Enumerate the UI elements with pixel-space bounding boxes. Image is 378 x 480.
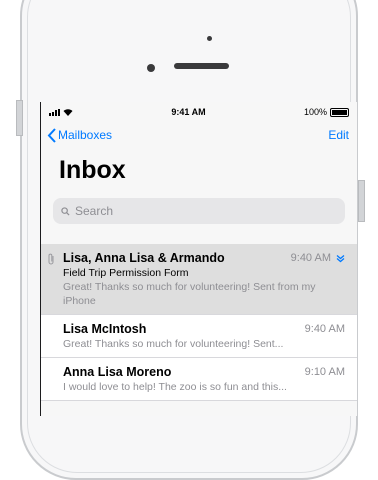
- paperclip-icon: [48, 253, 54, 265]
- message-time: 9:40 AM: [290, 252, 331, 264]
- message-row[interactable]: Anna Lisa Moreno 9:10 AM I would love to…: [41, 358, 357, 401]
- proximity-sensor: [207, 36, 212, 41]
- chevron-down-icon[interactable]: [336, 254, 345, 263]
- page-title: Inbox: [59, 156, 126, 184]
- message-time: 9:40 AM: [304, 323, 345, 335]
- message-time-group: 9:40 AM: [291, 252, 345, 264]
- message-preview: Great! Thanks so much for volunteering! …: [63, 338, 284, 350]
- right-side-button: [358, 180, 365, 222]
- edit-button[interactable]: Edit: [328, 128, 349, 142]
- nav-bar: Mailboxes Edit: [41, 122, 357, 148]
- sender-name: Anna Lisa Moreno: [63, 365, 172, 379]
- sender-name: Lisa McIntosh: [63, 322, 147, 336]
- chevron-left-icon: [47, 127, 56, 143]
- search-input[interactable]: Search: [53, 198, 345, 224]
- search-icon: [61, 206, 70, 216]
- status-time: 9:41 AM: [171, 107, 206, 117]
- battery-icon: [330, 107, 349, 117]
- screen: 9:41 AM 100% Mailboxes Edit Inbox Search…: [40, 102, 357, 416]
- search-placeholder: Search: [75, 204, 114, 218]
- back-label: Mailboxes: [58, 128, 113, 142]
- battery-percent: 100%: [303, 107, 327, 117]
- message-time: 9:10 AM: [304, 366, 345, 378]
- message-row[interactable]: Lisa McIntosh 9:40 AM Great! Thanks so m…: [41, 315, 357, 358]
- message-row[interactable]: Lisa, Anna Lisa & Armando 9:40 AM Field …: [41, 244, 357, 315]
- left-side-button: [16, 100, 23, 136]
- front-camera: [147, 64, 155, 72]
- wifi-icon: [63, 109, 73, 116]
- message-preview: I would love to help! The zoo is so fun …: [63, 381, 287, 393]
- message-list: Lisa, Anna Lisa & Armando 9:40 AM Field …: [41, 244, 357, 401]
- status-left: [49, 108, 73, 116]
- earpiece-speaker: [174, 63, 229, 69]
- status-bar: 9:41 AM 100%: [41, 102, 357, 122]
- battery-group: 100%: [304, 107, 349, 117]
- message-preview: Great! Thanks so much for volunteering! …: [63, 281, 316, 307]
- message-subject: Field Trip Permission Form: [63, 267, 189, 279]
- signal-icon: [49, 108, 60, 116]
- sender-name: Lisa, Anna Lisa & Armando: [63, 251, 225, 265]
- mailboxes-back-button[interactable]: Mailboxes: [47, 127, 113, 143]
